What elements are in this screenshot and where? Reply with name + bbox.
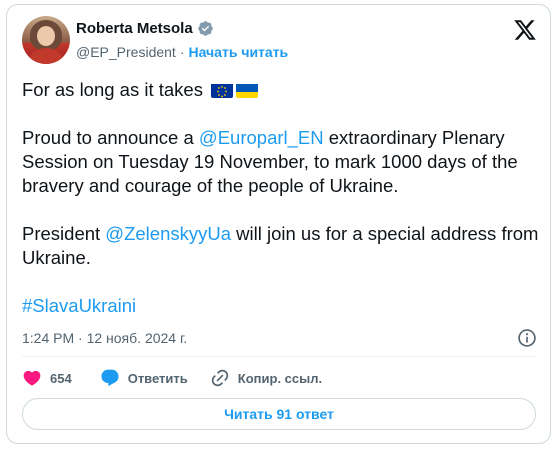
tweet-line-1: For as long as it takes [22, 78, 542, 102]
tweet-text: For as long as it takes Proud to announc… [22, 78, 542, 318]
tweet-timestamp[interactable]: 1:24 PM · 12 нояб. 2024 г. [22, 330, 187, 346]
verified-badge-icon [197, 21, 213, 36]
author-handle-row: @EP_President · Начать читать [76, 44, 288, 60]
mention-zelenskyy-link[interactable]: @ZelenskyyUa [105, 223, 231, 244]
tweet-line-1-text: For as long as it takes [22, 79, 203, 100]
reply-button[interactable]: Ответить [100, 368, 188, 388]
avatar-body [26, 48, 66, 64]
tweet-p3-prefix: President [22, 223, 106, 244]
like-count: 654 [50, 370, 72, 386]
tweet-paragraph-4: #SlavaUkraini [22, 294, 542, 318]
read-replies-label: Читать 91 ответ [224, 406, 334, 422]
reply-label: Ответить [127, 370, 188, 386]
divider [22, 356, 536, 357]
hashtag-link[interactable]: #SlavaUkraini [22, 295, 136, 316]
link-icon [211, 369, 228, 387]
like-button[interactable]: 654 [22, 368, 72, 388]
reply-bubble-icon [101, 369, 119, 387]
info-icon[interactable] [517, 328, 537, 348]
author-name-row: Roberta Metsola [76, 20, 214, 37]
avatar-face [37, 26, 55, 46]
x-logo-icon[interactable] [513, 18, 537, 42]
tweet-paragraph-2: Proud to announce a @Europarl_EN extraor… [22, 126, 542, 198]
follow-button[interactable]: Начать читать [189, 44, 289, 60]
eu-flag-icon [211, 82, 234, 98]
tweet-paragraph-3: President @ZelenskyyUa will join us for … [22, 222, 542, 270]
mention-europarl-link[interactable]: @Europarl_EN [199, 127, 324, 148]
ukraine-flag-icon [236, 82, 259, 98]
heart-icon [23, 370, 41, 386]
avatar[interactable] [22, 16, 70, 64]
read-replies-button[interactable]: Читать 91 ответ [22, 398, 536, 430]
copy-link-button[interactable]: Копир. ссыл. [210, 368, 322, 388]
author-name[interactable]: Roberta Metsola [76, 20, 193, 37]
tweet-p2-prefix: Proud to announce a [22, 127, 199, 148]
action-bar: 654 Ответить Копир. ссыл. [22, 368, 322, 388]
copy-link-label: Копир. ссыл. [237, 370, 323, 386]
separator-dot: · [179, 44, 185, 60]
author-handle[interactable]: @EP_President [76, 44, 176, 60]
